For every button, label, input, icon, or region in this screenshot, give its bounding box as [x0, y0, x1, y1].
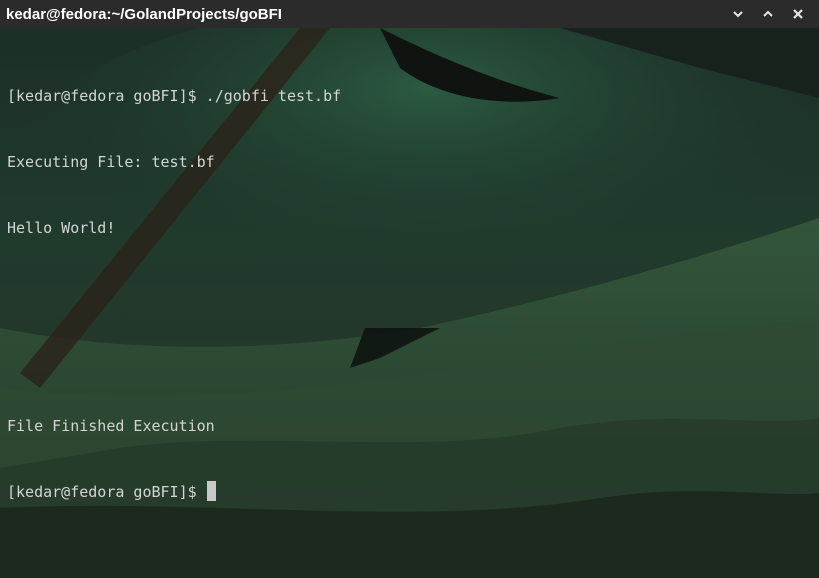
terminal-output: [kedar@fedora goBFI]$ ./gobfi test.bf Ex…: [7, 41, 341, 547]
window-controls: [723, 0, 819, 28]
close-icon: [793, 9, 803, 19]
chevron-down-icon: [733, 11, 743, 18]
close-button[interactable]: [783, 0, 813, 28]
maximize-button[interactable]: [753, 0, 783, 28]
chevron-up-icon: [763, 10, 773, 17]
terminal-window: kedar@fedora:~/GolandProjects/goBFI [ked…: [0, 0, 819, 578]
prompt-line[interactable]: [kedar@fedora goBFI]$: [7, 481, 341, 503]
window-title: kedar@fedora:~/GolandProjects/goBFI: [6, 5, 282, 23]
output-line: Hello World!: [7, 219, 116, 237]
terminal-area[interactable]: [kedar@fedora goBFI]$ ./gobfi test.bf Ex…: [0, 28, 819, 578]
output-line: [kedar@fedora goBFI]$ ./gobfi test.bf: [7, 87, 342, 105]
minimize-button[interactable]: [723, 0, 753, 28]
output-line: File Finished Execution: [7, 417, 215, 435]
title-bar[interactable]: kedar@fedora:~/GolandProjects/goBFI: [0, 0, 819, 28]
shell-prompt: [kedar@fedora goBFI]$: [7, 483, 197, 501]
output-line: Executing File: test.bf: [7, 153, 215, 171]
text-cursor: [206, 481, 216, 501]
